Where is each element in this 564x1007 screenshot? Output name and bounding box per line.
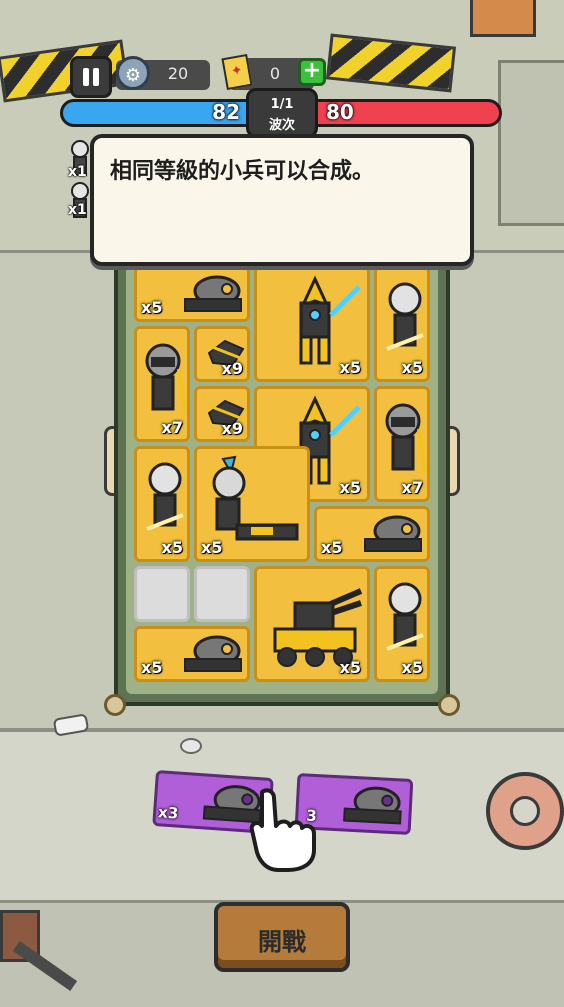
- drone-bot-icon: [184, 275, 242, 312]
- empty-board-cell[interactable]: [194, 566, 250, 622]
- yellow-mech-icon: [299, 275, 361, 365]
- side-unit-count: x1: [68, 202, 87, 218]
- wall-panel: [498, 60, 564, 226]
- drone-bot-icon: [364, 515, 422, 552]
- unit-count: x9: [221, 359, 243, 378]
- silver-swordsman-icon: [386, 582, 424, 651]
- ticket-icon: ✦: [221, 53, 253, 91]
- side-unit-2: x1: [68, 182, 92, 222]
- ticket-value: 0: [269, 64, 281, 83]
- start-battle-label: 開戰: [258, 928, 306, 956]
- gasmask-soldier-icon: [385, 403, 427, 474]
- unit-count: x5: [161, 538, 183, 557]
- add-ticket-button[interactable]: +: [298, 58, 326, 86]
- unit-count: x5: [201, 538, 223, 557]
- board-cell[interactable]: x5: [134, 266, 250, 322]
- drone-bot-icon: [184, 635, 242, 672]
- tutorial-tip-text: 相同等級的小兵可以合成。: [110, 159, 375, 184]
- silver-swordsman-icon: [146, 462, 184, 531]
- board-cell[interactable]: x9: [194, 326, 250, 382]
- unit-count: x7: [401, 478, 423, 497]
- board-cell[interactable]: x7: [374, 386, 430, 502]
- crate-sign: [470, 0, 536, 37]
- life-ring: [486, 772, 564, 850]
- board-corner-knob: [438, 694, 460, 716]
- enemy-hp-value: 80: [326, 100, 354, 124]
- pebble: [180, 738, 202, 754]
- drone-bot-icon: [343, 786, 402, 825]
- board-cell[interactable]: x5: [254, 566, 370, 682]
- unit-count: x9: [221, 419, 243, 438]
- board-cell[interactable]: x5: [254, 266, 370, 382]
- board-cell[interactable]: x5: [194, 446, 310, 562]
- side-unit-count: x1: [68, 164, 87, 180]
- unit-count: x5: [339, 658, 361, 677]
- unit-count: x5: [401, 358, 423, 377]
- board-cell[interactable]: x5: [134, 446, 190, 562]
- board-cell[interactable]: x5: [314, 506, 430, 562]
- gear-coin-icon: ⚙: [116, 56, 150, 90]
- empty-board-cell[interactable]: [134, 566, 190, 622]
- board-cell[interactable]: x7: [134, 326, 190, 442]
- deck-card-count: x3: [157, 803, 179, 823]
- unit-count: x5: [141, 298, 163, 317]
- pause-button[interactable]: [70, 56, 112, 98]
- board-cell[interactable]: x9: [194, 386, 250, 442]
- unit-count: x5: [339, 478, 361, 497]
- player-hp-value: 82: [212, 100, 240, 124]
- side-unit-1: x1: [68, 140, 92, 180]
- silver-swordsman-icon: [386, 282, 424, 351]
- wave-label: 波次: [268, 118, 295, 133]
- unit-count: x5: [401, 658, 423, 677]
- board-cell[interactable]: x5: [374, 266, 430, 382]
- unit-count: x5: [141, 658, 163, 677]
- board-cell[interactable]: x5: [374, 566, 430, 682]
- gasmask-soldier-icon: [145, 343, 187, 414]
- tank-turret-icon: [273, 588, 363, 667]
- unit-count: x5: [321, 538, 343, 557]
- coin-value: 20: [167, 64, 189, 83]
- pointing-hand-icon: [249, 788, 316, 872]
- wave-count: 1/1: [270, 97, 294, 112]
- unit-count: x5: [339, 358, 361, 377]
- unit-count: x7: [161, 418, 183, 437]
- board-corner-knob: [104, 694, 126, 716]
- board-cell[interactable]: x5: [134, 626, 250, 682]
